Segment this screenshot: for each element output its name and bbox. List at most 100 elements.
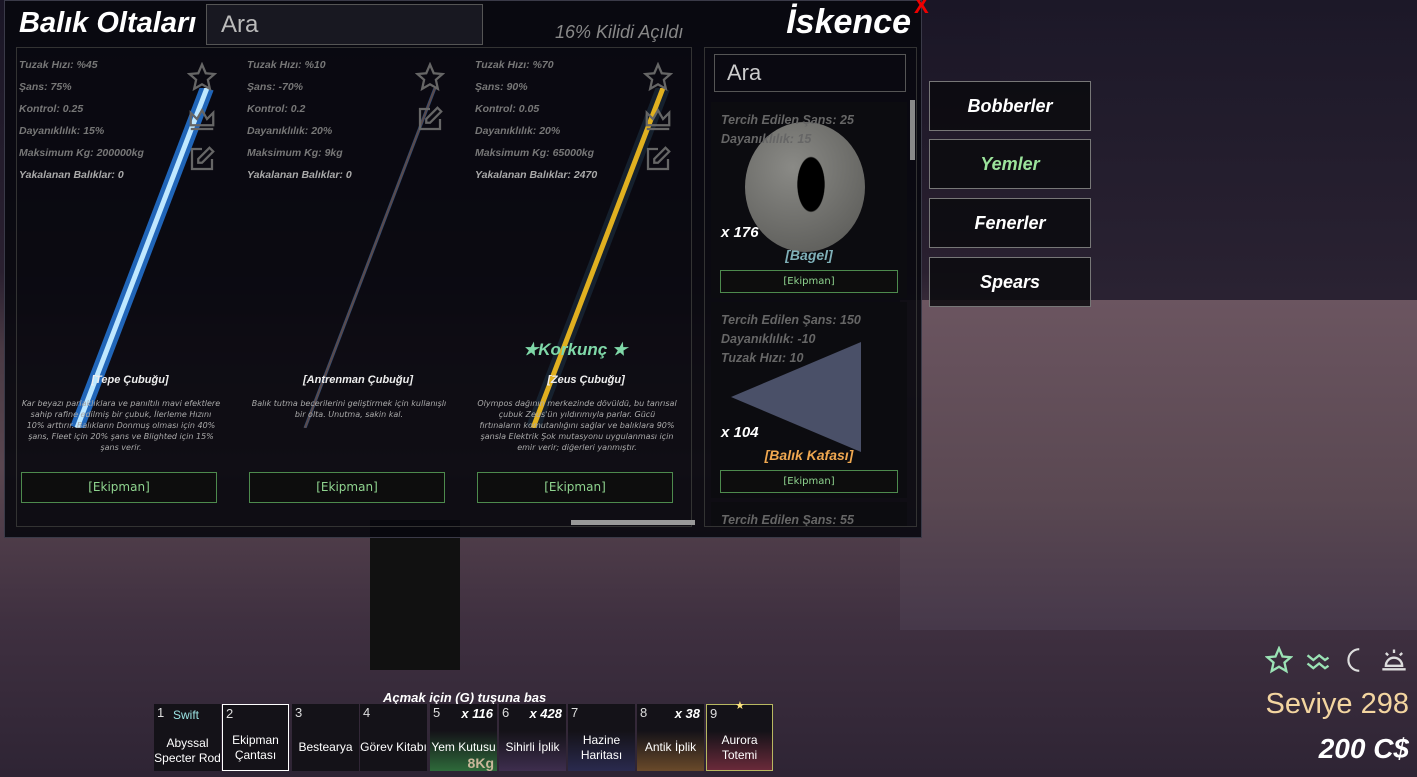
- bait-stat: Dayanıklılık: 15: [721, 132, 812, 146]
- favorite-star-icon[interactable]: [186, 61, 218, 92]
- rods-panel: Balık Oltaları Ara 16% Kilidi Açıldı İsk…: [4, 0, 929, 538]
- rod-name: [Tepe Çubuğu]: [91, 374, 169, 386]
- moon-icon: [1347, 648, 1360, 672]
- rod-list: Tuzak Hızı: %45 Şans: 75% Kontrol: 0.25 Day…: [16, 47, 692, 527]
- background-floor: [900, 300, 1417, 630]
- slot-label: Antik İplik: [644, 740, 697, 754]
- rod-stat: Yakalanan Balıklar: 0: [19, 169, 124, 181]
- hotbar-slot[interactable]: 7 Hazine Haritası: [568, 704, 635, 771]
- bait-list: Ara Tercih Edilen Şans: 25 Dayanıklılık: …: [704, 47, 917, 527]
- bait-stat: Tercih Edilen Şans: 25: [721, 113, 854, 127]
- tab-iskence[interactable]: İskence: [786, 3, 911, 42]
- hotbar-slot[interactable]: 8 x 38 Antik İplik: [637, 704, 704, 771]
- bait-name: [Balık Kafası]: [764, 447, 854, 463]
- equip-button[interactable]: [Ekipman]: [249, 472, 445, 503]
- rod-stat: Kontrol: 0.05: [475, 103, 540, 115]
- rod-stat: Yakalanan Balıklar: 2470: [475, 169, 598, 181]
- bait-card: Tercih Edilen Şans: 150 Dayanıklılık: -10…: [711, 302, 907, 498]
- rod-stat: Şans: 75%: [19, 81, 72, 93]
- hotbar-hint: Açmak için (G) tuşuna bas: [383, 690, 547, 705]
- slot-number: 3: [295, 705, 303, 720]
- slot-number: 4: [363, 705, 371, 720]
- favorite-star-icon[interactable]: [414, 61, 446, 92]
- equip-button[interactable]: [Ekipman]: [720, 270, 898, 293]
- equip-button[interactable]: [Ekipman]: [21, 472, 217, 503]
- hotbar-slot[interactable]: 9 ★ Aurora Totemi: [706, 700, 773, 771]
- rod-stat: Maksimum Kg: 65000kg: [475, 147, 595, 159]
- slot-label: Sihirli İplik: [505, 740, 560, 754]
- slot-number: 1: [157, 705, 165, 720]
- rod-stat: Yakalanan Balıklar: 0: [247, 169, 352, 181]
- hotbar-slot[interactable]: 3 Bestearya: [292, 704, 359, 771]
- bait-stat: Dayanıklılık: -10: [721, 332, 816, 346]
- rod-name: [Zeus Çubuğu]: [547, 374, 625, 386]
- slot-quantity: x 428: [529, 706, 562, 721]
- favorite-star-icon[interactable]: [642, 61, 674, 92]
- bait-stat: Tercih Edilen Şans: 150: [721, 313, 861, 327]
- bait-stat: Tercih Edilen Şans: 55: [721, 513, 854, 527]
- rod-stat: Tuzak Hızı: %45: [19, 59, 98, 71]
- rod-stat: Maksimum Kg: 9kg: [247, 147, 343, 159]
- rod-stat: Tuzak Hızı: %10: [247, 59, 326, 71]
- rod-card: Tuzak Hızı: %70 Şans: 90% Kontrol: 0.05 Day…: [473, 48, 691, 518]
- hotbar-slot[interactable]: 4 Görev Kitabı: [360, 704, 427, 771]
- crown-icon[interactable]: [643, 104, 673, 134]
- slot-number: 8: [640, 705, 648, 720]
- rod-stat: Dayanıklılık: 15%: [19, 125, 105, 137]
- hotbar-slot[interactable]: 5x 116 Yem Kutusu 8Kg: [430, 704, 497, 771]
- bait-stats: Tercih Edilen Şans: 25 Dayanıklılık: 15: [721, 111, 854, 149]
- horizontal-scrollbar[interactable]: [571, 520, 695, 525]
- crown-icon[interactable]: [187, 104, 217, 134]
- rod-stats: Tuzak Hızı: %10 Şans: -70% Kontrol: 0.2 Day…: [247, 54, 352, 186]
- status-icons: [1265, 646, 1409, 674]
- bait-count: x 104: [721, 424, 759, 441]
- slot-number: 6: [502, 705, 510, 720]
- slot-label: Bestearya: [298, 740, 353, 754]
- rod-card: Tuzak Hızı: %45 Şans: 75% Kontrol: 0.25 Day…: [17, 48, 243, 518]
- bait-stats: Tercih Edilen Şans: 55: [721, 511, 854, 527]
- hotbar-slot[interactable]: 1 Swift Abyssal Specter Rod: [154, 704, 221, 771]
- slot-label: Görev Kitabı: [360, 740, 427, 754]
- slot-weight: 8Kg: [467, 755, 494, 771]
- hotbar-slot[interactable]: 2 Ekipman Çantası: [222, 704, 289, 771]
- rod-name: [Antrenman Çubuğu]: [303, 374, 413, 386]
- bait-name: [Bagel]: [785, 247, 833, 263]
- rod-stats: Tuzak Hızı: %45 Şans: 75% Kontrol: 0.25 Day…: [19, 54, 144, 186]
- equip-button[interactable]: [Ekipman]: [720, 470, 898, 493]
- rename-edit-icon[interactable]: [415, 104, 445, 134]
- bait-card: Tercih Edilen Şans: 25 Dayanıklılık: 15 x …: [711, 102, 907, 298]
- panel-title: Balık Oltaları: [19, 7, 197, 39]
- rename-edit-icon[interactable]: [187, 144, 217, 174]
- category-spears[interactable]: Spears: [929, 257, 1091, 307]
- bait-count: x 176: [721, 224, 759, 241]
- bait-stat: Tuzak Hızı: 10: [721, 351, 804, 365]
- rod-stat: Şans: 90%: [475, 81, 528, 93]
- rod-description: Balık tutma becerilerini geliştirmek içi…: [251, 399, 447, 419]
- rod-stat: Dayanıklılık: 20%: [247, 125, 333, 137]
- rod-stat: Tuzak Hızı: %70: [475, 59, 554, 71]
- category-yemler[interactable]: Yemler: [929, 139, 1091, 189]
- rename-edit-icon[interactable]: [643, 144, 673, 174]
- close-button[interactable]: X: [914, 0, 929, 19]
- rod-stat: Maksimum Kg: 200000kg: [19, 147, 144, 159]
- slot-label: Ekipman Çantası: [232, 732, 279, 762]
- bait-search-input[interactable]: Ara: [714, 54, 906, 92]
- slot-number: 5: [433, 705, 441, 720]
- rod-description: Kar beyazı parlaklıklara ve panıltılı ma…: [21, 399, 221, 452]
- star-icon: [1265, 646, 1293, 674]
- currency-label: 200 C$: [1318, 733, 1409, 764]
- category-fenerler[interactable]: Fenerler: [929, 198, 1091, 248]
- hotbar-slot[interactable]: 6 x 428 Sihirli İplik: [499, 704, 566, 771]
- rod-search-input[interactable]: Ara: [206, 4, 483, 45]
- slot-tag: Swift: [173, 708, 200, 722]
- rod-description: Olympos dağının merkezinde dövüldü, bu t…: [477, 399, 677, 452]
- slot-quantity: x 116: [461, 706, 493, 721]
- level-label: Seviye 298: [1265, 688, 1410, 720]
- rod-stat: Kontrol: 0.2: [247, 103, 306, 115]
- equip-button[interactable]: [Ekipman]: [477, 472, 673, 503]
- wind-icon: [1306, 653, 1330, 670]
- slot-number: 2: [226, 706, 234, 721]
- category-bobberler[interactable]: Bobberler: [929, 81, 1091, 131]
- slot-number: 7: [571, 705, 579, 720]
- vertical-scrollbar[interactable]: [910, 100, 915, 160]
